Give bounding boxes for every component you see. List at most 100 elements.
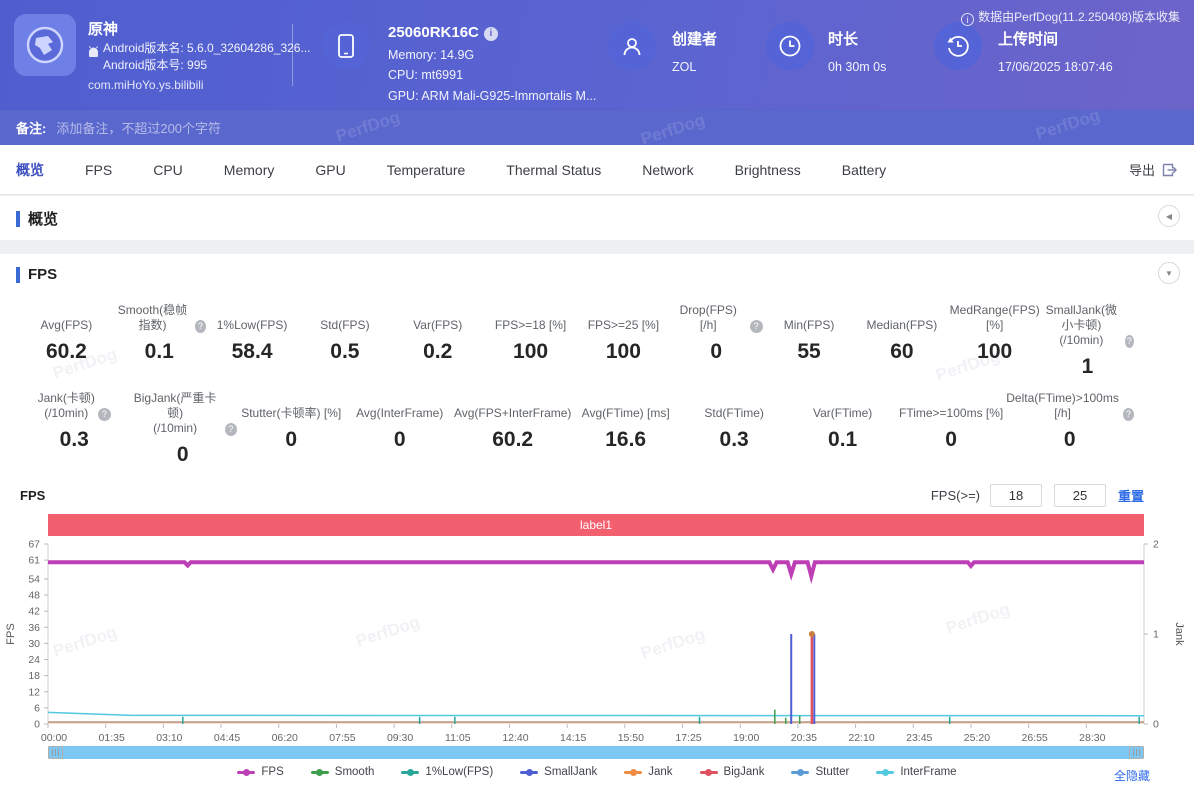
legend-item-smalljank[interactable]: SmallJank	[520, 766, 597, 778]
tab-概览[interactable]: 概览	[16, 160, 44, 180]
scrollbar-left-handle[interactable]	[48, 746, 63, 759]
svg-text:14:15: 14:15	[560, 732, 586, 744]
legend-item-fps[interactable]: FPS	[237, 766, 284, 778]
overview-collapse-button[interactable]: ◀	[1158, 205, 1180, 227]
fps-section: FPS ▼ PerfDog PerfDog PerfDog PerfDog Pe…	[0, 254, 1194, 786]
device-info-icon[interactable]: i	[483, 27, 498, 41]
legend-item-bigjank[interactable]: BigJank	[699, 766, 764, 778]
tab-gpu[interactable]: GPU	[315, 162, 345, 178]
stat-cell: Var(FPS) 0.2	[391, 303, 484, 379]
legend-item-stutter[interactable]: Stutter	[791, 766, 849, 778]
chart-range-scrollbar[interactable]	[48, 746, 1144, 759]
stat-cell: FPS>=25 [%] 100	[577, 303, 670, 379]
export-button[interactable]: 导出	[1129, 160, 1178, 179]
fps-threshold-input-1[interactable]	[989, 483, 1042, 507]
overview-section: 概览 ◀	[0, 196, 1194, 240]
stat-value: 0.3	[719, 428, 749, 451]
stat-cell: Avg(FTime) [ms] 16.6	[571, 391, 679, 467]
help-icon[interactable]: ?	[195, 320, 206, 333]
upload-time-history-icon	[934, 22, 982, 70]
duration-label: 时长	[828, 31, 859, 48]
stat-value: 0.3	[59, 428, 89, 451]
stat-value: 0	[176, 443, 189, 466]
tab-fps[interactable]: FPS	[85, 162, 112, 178]
help-icon[interactable]: ?	[749, 320, 763, 333]
stat-value: 0	[285, 428, 298, 451]
stat-value: 0	[710, 340, 723, 363]
help-icon[interactable]: ?	[1122, 408, 1134, 421]
stat-label: FTime>=100ms [%]	[898, 406, 1004, 420]
svg-text:17:25: 17:25	[675, 732, 701, 744]
hide-all-button[interactable]: 全隐藏	[1114, 767, 1150, 784]
stat-value: 0.2	[423, 340, 453, 363]
stat-label: Avg(FPS+InterFrame)	[453, 406, 572, 420]
help-icon[interactable]: ?	[1124, 335, 1134, 348]
stat-label: SmallJank(微小卡顿) (/10min)?	[1041, 303, 1134, 348]
legend-item-1-low-fps-[interactable]: 1%Low(FPS)	[401, 766, 493, 778]
tab-cpu[interactable]: CPU	[153, 162, 183, 178]
tab-brightness[interactable]: Brightness	[735, 162, 801, 178]
header-divider	[292, 24, 293, 86]
chart-legend: FPS Smooth 1%Low(FPS) SmallJank Jank BigJank S…	[0, 766, 1194, 783]
stat-value: 0	[1063, 428, 1076, 451]
upload-time-value: 17/06/2025 18:07:46	[998, 60, 1113, 74]
tab-network[interactable]: Network	[642, 162, 693, 178]
svg-text:61: 61	[28, 555, 40, 567]
stat-cell: Avg(FPS+InterFrame) 60.2	[454, 391, 571, 467]
svg-text:19:00: 19:00	[733, 732, 759, 744]
info-icon: i	[961, 13, 975, 26]
stat-label: Median(FPS)	[866, 318, 938, 332]
help-icon[interactable]: ?	[97, 408, 111, 421]
tab-thermal-status[interactable]: Thermal Status	[506, 162, 601, 178]
chart-label-banner: label1	[48, 514, 1144, 536]
fps-collapse-button[interactable]: ▼	[1158, 262, 1180, 284]
stat-value: 0	[945, 428, 957, 451]
device-memory: Memory: 14.9G	[388, 48, 475, 62]
reset-button[interactable]: 重置	[1118, 486, 1144, 505]
stat-value: 55	[797, 340, 821, 363]
legend-item-jank[interactable]: Jank	[624, 766, 673, 778]
app-version-name: Android版本名: 5.6.0_32604286_326...	[103, 41, 311, 55]
upload-time-label: 上传时间	[998, 31, 1059, 48]
stat-label: Std(FPS)	[320, 318, 370, 332]
fps-line-chart[interactable]: 061218243036424854616701200:00 01:35 03:10…	[0, 538, 1194, 745]
legend-marker-icon	[624, 768, 643, 776]
svg-text:Jank: Jank	[1173, 622, 1185, 646]
stat-value: 1	[1081, 355, 1094, 378]
svg-text:25:20: 25:20	[964, 732, 990, 744]
svg-text:23:45: 23:45	[906, 732, 932, 744]
stat-cell: Stutter(卡顿率) [%] 0	[237, 391, 345, 467]
tab-battery[interactable]: Battery	[842, 162, 886, 178]
svg-text:07:55: 07:55	[329, 732, 355, 744]
tab-temperature[interactable]: Temperature	[387, 162, 466, 178]
svg-text:00:00: 00:00	[41, 732, 67, 744]
app-package: com.miHoYo.ys.bilibili	[88, 78, 204, 92]
svg-text:6: 6	[34, 702, 40, 714]
svg-text:03:10: 03:10	[156, 732, 182, 744]
section-accent-bar	[16, 266, 20, 283]
tab-memory[interactable]: Memory	[224, 162, 275, 178]
legend-item-interframe[interactable]: InterFrame	[876, 766, 957, 778]
section-accent-bar	[16, 210, 20, 227]
stat-cell: FPS>=18 [%] 100	[484, 303, 577, 379]
stat-label: Var(FPS)	[413, 318, 463, 332]
legend-item-smooth[interactable]: Smooth	[310, 766, 374, 778]
svg-text:28:30: 28:30	[1079, 732, 1105, 744]
stat-value: 100	[605, 340, 641, 363]
legend-marker-icon	[876, 768, 895, 776]
device-gpu: GPU: ARM Mali-G925-Immortalis M...	[388, 89, 597, 103]
help-icon[interactable]: ?	[224, 423, 237, 436]
svg-text:FPS: FPS	[5, 623, 17, 644]
remark-input-placeholder[interactable]: 添加备注，不超过200个字符	[56, 118, 1194, 137]
svg-text:24: 24	[28, 654, 40, 666]
stat-label: MedRange(FPS)[%]	[949, 303, 1040, 332]
remark-bar[interactable]: 备注: 添加备注，不超过200个字符 PerfDog PerfDog PerfD…	[0, 105, 1194, 149]
stat-value: 100	[513, 340, 549, 363]
stat-cell: SmallJank(微小卡顿) (/10min)? 1	[1041, 303, 1134, 379]
scrollbar-right-handle[interactable]	[1129, 746, 1144, 759]
fps-section-title: FPS	[28, 266, 58, 283]
device-cpu: CPU: mt6991	[388, 68, 464, 82]
stat-label: 1%Low(FPS)	[216, 318, 288, 332]
fps-threshold-input-2[interactable]	[1053, 483, 1106, 507]
stat-cell: FTime>=100ms [%] 0	[897, 391, 1005, 467]
